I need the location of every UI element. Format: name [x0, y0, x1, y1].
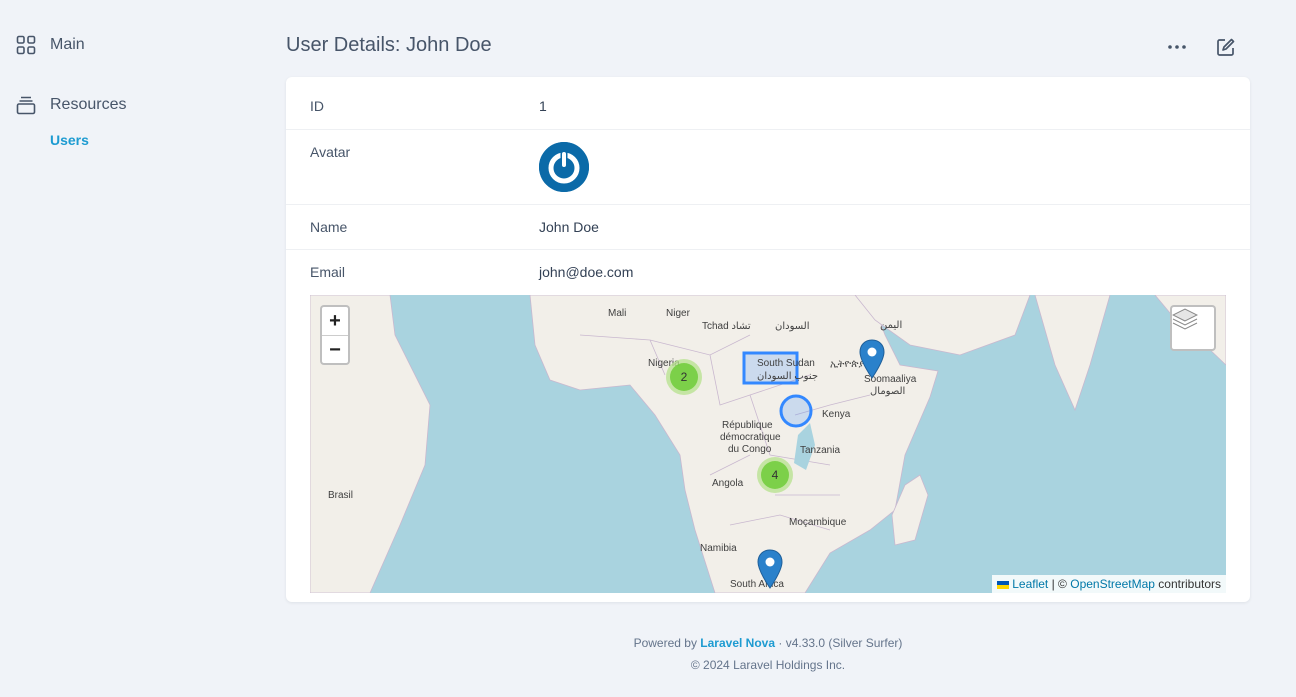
leaflet-link[interactable]: Leaflet — [1012, 577, 1048, 591]
cluster-count: 2 — [670, 363, 698, 391]
detail-card: ID 1 Avatar Name John Doe Email john@doe… — [286, 77, 1250, 602]
field-value: John Doe — [539, 219, 599, 235]
layers-button[interactable] — [1170, 305, 1216, 351]
edit-button[interactable] — [1211, 32, 1241, 62]
field-row-name: Name John Doe — [286, 205, 1250, 250]
map-label: Namibia — [700, 543, 737, 554]
field-label: Name — [310, 219, 348, 235]
sidebar-item-main[interactable]: Main — [16, 35, 85, 55]
footer-copyright: © 2024 Laravel Holdings Inc. — [690, 658, 846, 672]
map-label: démocratique — [720, 432, 781, 443]
map-label: Tchad تشاد — [702, 321, 751, 332]
field-row-id: ID 1 — [286, 77, 1250, 130]
zoom-out-button[interactable]: − — [322, 335, 348, 364]
attribution-separator: | © — [1051, 577, 1067, 591]
footer-version: · v4.33.0 (Silver Surfer) — [778, 636, 903, 650]
map-label: Kenya — [822, 409, 851, 420]
field-value: john@doe.com — [539, 264, 634, 280]
more-actions-button[interactable] — [1162, 32, 1192, 62]
more-horizontal-icon — [1168, 45, 1186, 49]
ukraine-flag-icon — [996, 580, 1009, 589]
map-label: جنوب السودان — [757, 371, 819, 382]
map-label: South Sudan — [757, 358, 815, 369]
map-label: Brasil — [328, 490, 354, 501]
sidebar-item-label: Main — [50, 36, 85, 53]
map-attribution: Leaflet | © OpenStreetMap contributors — [991, 575, 1226, 593]
map-label: الصومال — [870, 386, 906, 397]
map-label: اليمن — [880, 320, 903, 331]
laravel-nova-link[interactable]: Laravel Nova — [700, 636, 775, 650]
zoom-in-button[interactable]: + — [322, 307, 348, 335]
map-label: République — [722, 420, 773, 431]
map-pin-icon — [757, 549, 783, 589]
cluster-count: 4 — [761, 461, 789, 489]
sidebar-item-users[interactable]: Users — [50, 132, 89, 148]
field-row-avatar: Avatar — [286, 130, 1250, 205]
map-label: السودان — [775, 321, 810, 332]
zoom-control: + − — [320, 305, 350, 365]
map-label: du Congo — [728, 444, 772, 455]
archive-icon — [16, 95, 36, 115]
map-marker[interactable] — [859, 339, 885, 379]
sidebar-item-resources[interactable]: Resources — [16, 95, 126, 115]
footer-powered-text: Powered by — [633, 636, 697, 650]
map-label: Niger — [666, 308, 690, 319]
field-value: 1 — [539, 98, 547, 114]
edit-icon — [1216, 37, 1236, 57]
marker-cluster[interactable]: 4 — [757, 457, 793, 493]
map[interactable]: Mali Niger Tchad تشاد السودان اليمن Nige… — [310, 295, 1226, 593]
attribution-contributors: contributors — [1158, 577, 1221, 591]
field-label: ID — [310, 98, 324, 114]
map-label: Mali — [608, 308, 627, 319]
page-title: User Details: John Doe — [286, 34, 492, 56]
map-label: Tanzania — [800, 445, 841, 456]
field-label: Avatar — [310, 144, 351, 160]
map-pin-icon — [859, 339, 885, 379]
map-marker[interactable] — [757, 549, 783, 589]
openstreetmap-link[interactable]: OpenStreetMap — [1070, 577, 1155, 591]
marker-cluster[interactable]: 2 — [666, 359, 702, 395]
footer-powered: Powered by Laravel Nova · v4.33.0 (Silve… — [286, 636, 1250, 650]
sidebar-item-label: Resources — [50, 96, 127, 113]
map-label: Angola — [712, 478, 744, 489]
sidebar: Main Resources Users — [0, 0, 260, 697]
grid-icon — [16, 35, 36, 55]
avatar — [539, 142, 589, 192]
map-label: Moçambique — [789, 517, 847, 528]
field-label: Email — [310, 264, 346, 280]
